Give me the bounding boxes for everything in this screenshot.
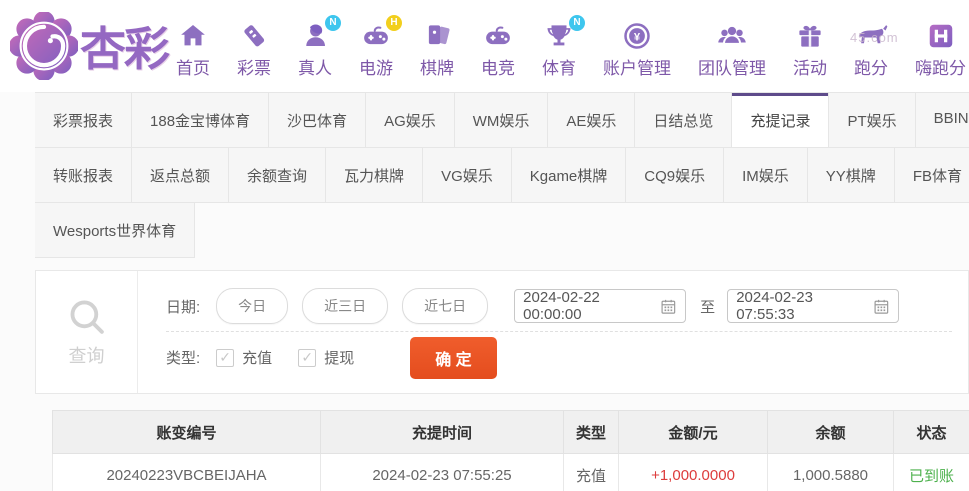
cell-time: 2024-02-23 07:55:25 <box>320 453 564 491</box>
cell-record-id: 20240223VBCBEIJAHA <box>52 453 321 491</box>
tab-saba-sports[interactable]: 沙巴体育 <box>268 92 367 147</box>
col-header-amount: 金额/元 <box>618 410 768 454</box>
nav-badge-h: H <box>386 14 402 31</box>
tab-rebate-total[interactable]: 返点总额 <box>131 147 230 202</box>
brand-name: 杏彩 <box>80 23 170 75</box>
nav-badge-n: N <box>325 14 341 31</box>
nav-item-account[interactable]: ¥ 账户管理 <box>603 14 671 79</box>
coin-yuan-icon: ¥ <box>620 20 654 52</box>
tab-row-1: 彩票报表 188金宝博体育 沙巴体育 AG娱乐 WM娱乐 AE娱乐 日结总览 充… <box>35 92 969 147</box>
type-filter-row: 类型: ✓ 充值 ✓ 提现 确 定 <box>166 332 952 383</box>
tab-daily-summary[interactable]: 日结总览 <box>634 92 733 147</box>
gamepad-icon: H <box>359 14 402 52</box>
date-label: 日期: <box>166 298 201 316</box>
records-table: 账变编号 充提时间 类型 金额/元 余额 状态 20240223VBCBEIJA… <box>52 410 969 491</box>
query-label: 查询 <box>68 346 105 366</box>
date-from-input[interactable]: 2024-02-22 00:00:00 <box>514 289 687 323</box>
team-people-icon <box>715 20 749 52</box>
rhino-icon <box>854 20 888 52</box>
svg-text:¥: ¥ <box>634 31 641 43</box>
checkbox-check-icon: ✓ <box>298 348 317 367</box>
nav-item-esports[interactable]: 电竞 <box>481 14 515 79</box>
query-column[interactable]: 查询 <box>36 271 138 393</box>
esports-gamepad-icon <box>481 20 515 52</box>
flower-logo-icon <box>10 12 78 80</box>
tab-balance-query[interactable]: 余额查询 <box>228 147 327 202</box>
date-to-input[interactable]: 2024-02-23 07:55:33 <box>727 289 900 323</box>
filter-body: 日期: 今日 近三日 近七日 2024-02-22 00:00:00 至 202… <box>138 271 968 393</box>
tab-vg[interactable]: VG娱乐 <box>422 147 512 202</box>
nav-badge-n2: N <box>569 14 585 31</box>
nav-item-home[interactable]: 首页 <box>176 14 210 79</box>
tab-ae[interactable]: AE娱乐 <box>547 92 636 147</box>
tab-pt[interactable]: PT娱乐 <box>828 92 916 147</box>
type-checkbox-withdraw[interactable]: ✓ 提现 <box>298 347 354 368</box>
tab-bbin[interactable]: BBIN <box>914 92 969 147</box>
confirm-button[interactable]: 确 定 <box>410 336 497 379</box>
quick-range-3days-button[interactable]: 近三日 <box>302 288 389 324</box>
cell-balance: 1,000.5880 <box>767 453 894 491</box>
date-filter-row: 日期: 今日 近三日 近七日 2024-02-22 00:00:00 至 202… <box>166 281 952 332</box>
report-tabs: 彩票报表 188金宝博体育 沙巴体育 AG娱乐 WM娱乐 AE娱乐 日结总览 充… <box>35 92 969 258</box>
main-nav: 首页 彩票 N 真人 H 电游 棋牌 电竞 N 体育 ¥ 账户管理 团队管理 活… <box>176 14 966 79</box>
cell-type: 充值 <box>563 453 619 491</box>
brand-logo[interactable]: 杏彩 <box>10 12 170 80</box>
nav-item-team[interactable]: 团队管理 <box>698 14 766 79</box>
col-header-record-id: 账变编号 <box>52 410 321 454</box>
date-to-value: 2024-02-23 07:55:33 <box>736 289 813 323</box>
tab-wesports[interactable]: Wesports世界体育 <box>35 203 196 258</box>
tab-row-3: Wesports世界体育 <box>35 202 969 258</box>
trophy-icon: N <box>542 14 585 52</box>
checkbox-check-icon: ✓ <box>216 348 235 367</box>
tab-wm[interactable]: WM娱乐 <box>453 92 549 147</box>
ticket-icon <box>237 20 271 52</box>
cards-icon <box>420 20 454 52</box>
hi-paofen-icon <box>924 20 958 52</box>
tab-kgame[interactable]: Kgame棋牌 <box>510 147 627 202</box>
tab-wali-cards[interactable]: 瓦力棋牌 <box>325 147 424 202</box>
gift-icon <box>793 20 827 52</box>
tab-lottery-report[interactable]: 彩票报表 <box>35 92 133 147</box>
nav-item-cards[interactable]: 棋牌 <box>420 14 454 79</box>
tab-transfer-report[interactable]: 转账报表 <box>35 147 133 202</box>
top-nav: 杏彩 首页 彩票 N 真人 H 电游 棋牌 电竞 N 体育 ¥ 账户管理 团队管… <box>0 0 969 92</box>
tab-im[interactable]: IM娱乐 <box>723 147 808 202</box>
calendar-icon <box>661 299 676 314</box>
nav-item-egames[interactable]: H 电游 <box>359 14 402 79</box>
nav-item-lottery[interactable]: 彩票 <box>237 14 271 79</box>
date-from-value: 2024-02-22 00:00:00 <box>523 289 600 323</box>
calendar-icon <box>874 299 889 314</box>
tab-row-2: 转账报表 返点总额 余额查询 瓦力棋牌 VG娱乐 Kgame棋牌 CQ9娱乐 I… <box>35 147 969 202</box>
type-label: 类型: <box>166 350 201 367</box>
type-checkbox-deposit[interactable]: ✓ 充值 <box>216 347 272 368</box>
tab-deposit-withdraw-records[interactable]: 充提记录 <box>731 92 830 147</box>
filter-panel: 查询 日期: 今日 近三日 近七日 2024-02-22 00:00:00 至 <box>35 270 969 394</box>
cell-amount: +1,000.0000 <box>618 453 768 491</box>
tab-188-sports[interactable]: 188金宝博体育 <box>131 92 270 147</box>
tab-cq9[interactable]: CQ9娱乐 <box>625 147 725 202</box>
col-header-time: 充提时间 <box>320 410 564 454</box>
nav-item-promo[interactable]: 活动 <box>793 14 827 79</box>
cell-status: 已到账 <box>893 453 969 491</box>
tab-yy-cards[interactable]: YY棋牌 <box>806 147 895 202</box>
nav-item-live[interactable]: N 真人 <box>298 14 341 79</box>
nav-item-sports[interactable]: N 体育 <box>542 14 585 79</box>
quick-range-7days-button[interactable]: 近七日 <box>402 288 489 324</box>
quick-range-today-button[interactable]: 今日 <box>216 288 289 324</box>
col-header-type: 类型 <box>563 410 619 454</box>
search-icon <box>70 300 104 334</box>
person-icon: N <box>298 14 341 52</box>
tab-ag[interactable]: AG娱乐 <box>365 92 455 147</box>
nav-item-hi-paofen[interactable]: 嗨跑分 <box>915 14 966 79</box>
nav-item-paofen[interactable]: 跑分 <box>854 14 888 79</box>
date-range-to-label: 至 <box>700 298 716 316</box>
table-row: 20240223VBCBEIJAHA 2024-02-23 07:55:25 充… <box>52 453 969 491</box>
col-header-status: 状态 <box>893 410 969 454</box>
col-header-balance: 余额 <box>767 410 894 454</box>
tab-fb-sports[interactable]: FB体育 <box>893 147 969 202</box>
home-icon <box>176 20 210 52</box>
table-header-row: 账变编号 充提时间 类型 金额/元 余额 状态 <box>52 410 969 454</box>
